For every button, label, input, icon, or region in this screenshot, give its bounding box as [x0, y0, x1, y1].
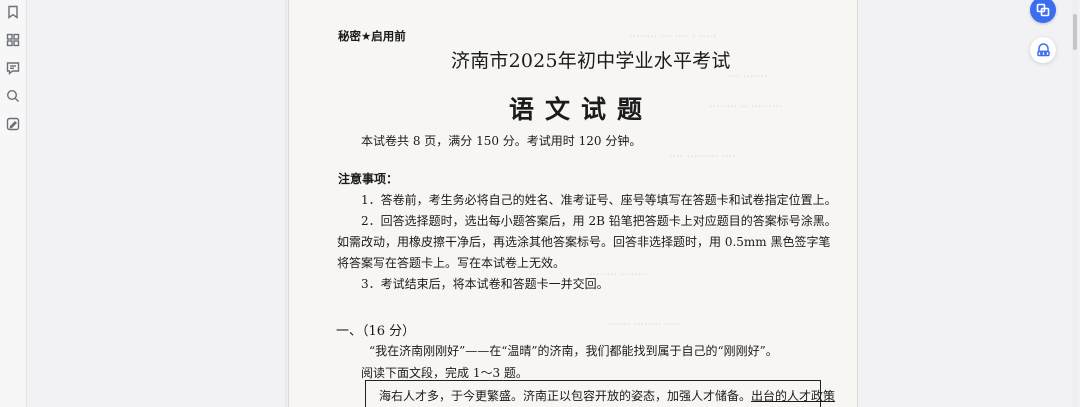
rule-3: 3．考试结束后，将本试卷和答题卡一并交回。	[361, 277, 609, 291]
exam-info: 本试卷共 8 页，满分 150 分。考试用时 120 分钟。	[361, 134, 642, 148]
confidential-label: 秘密★启用前	[338, 29, 406, 43]
passage-start: 海右人才多，于今更繁盛。济南正以包容开放的姿态，加强人才储备。	[379, 389, 752, 403]
vertical-scrollbar[interactable]	[1072, 0, 1078, 407]
section-1-lead: “我在济南刚刚好”——在“温晴”的济南，我们都能找到属于自己的“刚刚好”。	[369, 344, 778, 358]
bookmark-button[interactable]	[5, 4, 21, 20]
translate-icon	[1036, 3, 1050, 17]
bleed-through-text: ··· ·······	[729, 70, 768, 83]
bleed-through-text: ········ ·· ·········	[709, 100, 783, 113]
rule-2-line-1: 2．回答选择题时，选出每小题答案后，用 2B 铅笔把答题卡上对应题目的答案标号涂…	[361, 214, 837, 228]
comments-icon	[6, 62, 20, 75]
document-canvas[interactable]: ········ ··· ···· · ····· ··· ······· ··…	[27, 0, 1080, 407]
bleed-through-text: ···· ········· ····	[669, 150, 736, 163]
rule-2-line-3: 将答案写在答题卡上。写在本试卷上无效。	[337, 256, 566, 270]
ai-assistant-button[interactable]	[1030, 37, 1056, 63]
rule-1: 1．答卷前，考生务必将自己的姓名、准考证号、座号等填写在答题卡和试卷指定位置上。	[361, 193, 837, 207]
rule-2-line-2: 如需改动，用橡皮擦干净后，再选涂其他答案标号。回答非选择题时，用 0.5mm 黑…	[337, 235, 831, 249]
bleed-through-text: ········ ··· ···· · ·····	[629, 30, 717, 43]
section-1-instruction: 阅读下面文段，完成 1～3 题。	[361, 366, 528, 380]
annotate-icon	[6, 117, 20, 131]
search-button[interactable]	[5, 88, 21, 104]
search-icon	[6, 89, 19, 102]
thumbnails-button[interactable]	[5, 32, 21, 48]
document-page[interactable]: ········ ··· ···· · ····· ··· ······· ··…	[288, 0, 858, 407]
thumbnails-icon	[6, 33, 20, 47]
bleed-through-text: ······ ········ ····	[609, 318, 679, 331]
notice-heading: 注意事项：	[338, 172, 399, 186]
scrollbar-thumb[interactable]	[1073, 14, 1077, 50]
ai-assistant-icon	[1036, 42, 1050, 56]
passage-box: 海右人才多，于今更繁盛。济南正以包容开放的姿态，加强人才储备。出台的人才政策	[365, 380, 835, 407]
passage-underlined: 出台的人才政策	[751, 389, 836, 403]
bookmark-icon	[8, 5, 18, 19]
subject-title: 语文试题	[509, 95, 654, 124]
left-toolbar	[0, 0, 27, 407]
passage-text: 海右人才多，于今更繁盛。济南正以包容开放的姿态，加强人才储备。出台的人才政策	[379, 387, 835, 404]
comments-button[interactable]	[5, 60, 21, 76]
annotate-button[interactable]	[5, 116, 21, 132]
exam-title: 济南市2025年初中学业水平考试	[451, 50, 731, 72]
section-1-heading: 一、（16 分）	[336, 324, 416, 339]
